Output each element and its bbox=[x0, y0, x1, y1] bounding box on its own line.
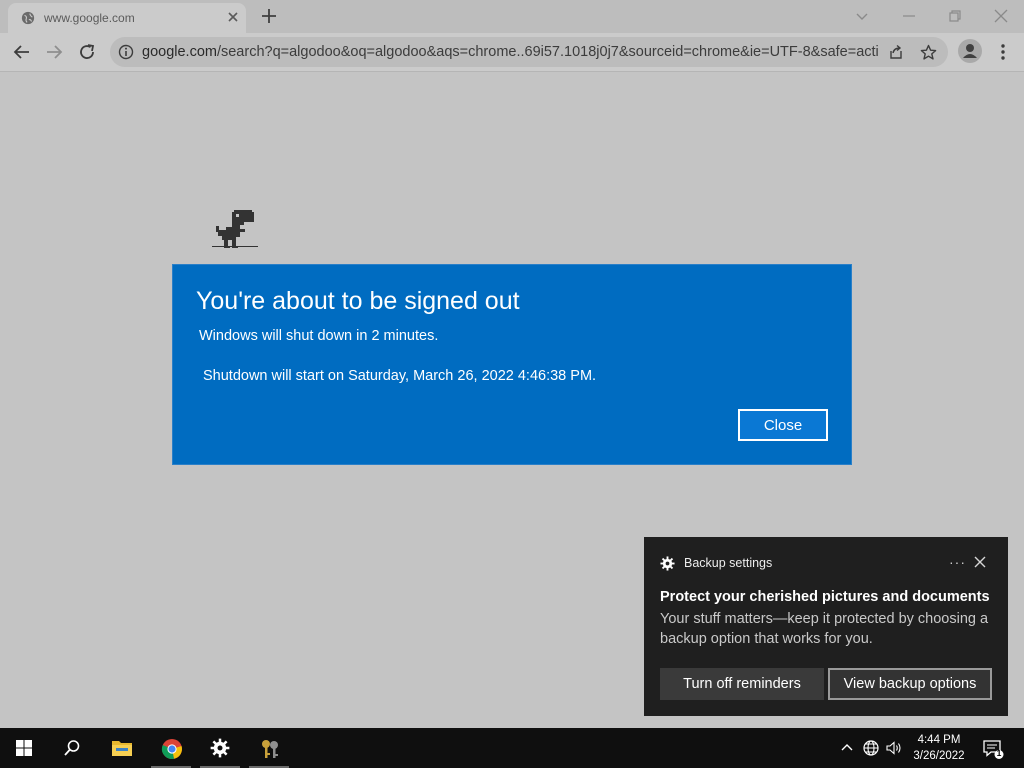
forward-arrow-icon[interactable] bbox=[44, 42, 64, 62]
start-button[interactable] bbox=[0, 728, 48, 768]
close-button[interactable]: Close bbox=[738, 409, 828, 441]
chrome-icon bbox=[161, 739, 182, 760]
settings-gear-icon bbox=[210, 738, 230, 758]
back-arrow-icon[interactable] bbox=[12, 42, 32, 62]
reload-icon[interactable] bbox=[77, 42, 97, 62]
search-button[interactable] bbox=[48, 728, 96, 768]
gear-icon bbox=[660, 556, 675, 571]
chrome-taskbar-button[interactable] bbox=[147, 728, 195, 768]
shutdown-dialog: You're about to be signed out Windows wi… bbox=[172, 264, 852, 465]
close-window-icon[interactable] bbox=[991, 6, 1011, 26]
notification-title: Protect your cherished pictures and docu… bbox=[660, 589, 990, 605]
close-tab-icon[interactable] bbox=[224, 8, 242, 26]
browser-toolbar: google.com/search?q=algodoo&oq=algodoo&a… bbox=[0, 33, 1024, 72]
notification-count-badge: 1 bbox=[996, 748, 1002, 758]
taskbar: 4:44 PM 3/26/2022 1 bbox=[0, 728, 1024, 768]
new-tab-icon[interactable] bbox=[258, 5, 280, 27]
dismiss-icon[interactable] bbox=[973, 555, 987, 569]
tab-search-icon[interactable] bbox=[852, 6, 872, 26]
person-icon bbox=[963, 44, 977, 58]
search-icon bbox=[64, 740, 80, 756]
file-explorer-button[interactable] bbox=[97, 728, 145, 768]
network-globe-icon[interactable] bbox=[862, 739, 880, 757]
keys-app-button[interactable] bbox=[245, 728, 293, 768]
url-host: google.com bbox=[142, 44, 217, 60]
clock-time: 4:44 PM bbox=[917, 734, 961, 746]
globe-icon bbox=[21, 11, 35, 25]
keys-icon bbox=[262, 740, 278, 758]
browser-menu-icon[interactable] bbox=[996, 42, 1010, 62]
backup-notification: Backup settings ··· Protect your cherish… bbox=[644, 537, 1008, 716]
turn-off-reminders-button[interactable]: Turn off reminders bbox=[660, 668, 824, 700]
url-text: google.com/search?q=algodoo&oq=algodoo&a… bbox=[142, 44, 878, 60]
dialog-title: You're about to be signed out bbox=[196, 287, 520, 315]
browser-tab[interactable]: www.google.com bbox=[8, 3, 246, 33]
view-backup-options-button[interactable]: View backup options bbox=[828, 668, 992, 700]
minimize-icon[interactable] bbox=[899, 6, 919, 26]
folder-icon bbox=[112, 741, 132, 756]
restore-icon[interactable] bbox=[945, 6, 965, 26]
offline-dino-icon bbox=[212, 210, 258, 248]
more-options-icon[interactable]: ··· bbox=[949, 554, 966, 570]
windows-logo-icon bbox=[16, 740, 32, 756]
bookmark-star-icon[interactable] bbox=[920, 44, 937, 61]
chevron-up-icon[interactable] bbox=[838, 739, 856, 757]
info-icon[interactable] bbox=[118, 44, 134, 60]
tab-title: www.google.com bbox=[44, 11, 135, 25]
action-center-button[interactable]: 1 bbox=[982, 738, 1004, 760]
dialog-message: Windows will shut down in 2 minutes. bbox=[199, 328, 439, 344]
share-icon[interactable] bbox=[888, 44, 904, 60]
notification-body: Your stuff matters—keep it protected by … bbox=[660, 611, 989, 647]
address-bar[interactable]: google.com/search?q=algodoo&oq=algodoo&a… bbox=[110, 37, 948, 67]
notification-app-name: Backup settings bbox=[684, 556, 773, 570]
tab-strip: www.google.com bbox=[0, 0, 1024, 33]
dialog-shutdown-time: Shutdown will start on Saturday, March 2… bbox=[203, 368, 597, 384]
system-clock[interactable]: 4:44 PM 3/26/2022 bbox=[900, 732, 978, 764]
url-path: /search?q=algodoo&oq=algodoo&aqs=chrome.… bbox=[216, 44, 878, 60]
settings-taskbar-button[interactable] bbox=[196, 728, 244, 768]
profile-avatar[interactable] bbox=[958, 39, 982, 63]
clock-date: 3/26/2022 bbox=[913, 750, 965, 762]
